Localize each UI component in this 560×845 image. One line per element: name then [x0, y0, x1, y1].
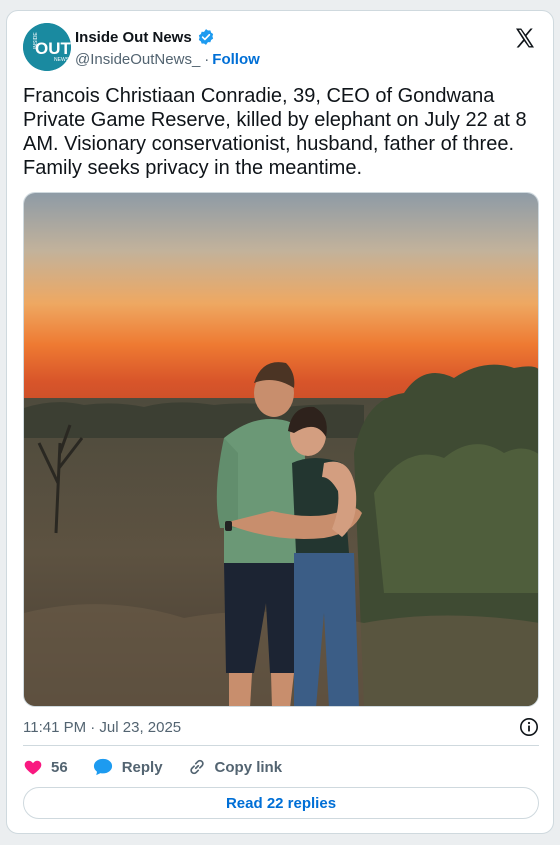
author-display-name[interactable]: Inside Out News	[75, 29, 192, 46]
like-button[interactable]: 56	[23, 757, 68, 777]
action-bar: 56 Reply Copy link	[23, 756, 306, 778]
copy-link-label: Copy link	[214, 758, 283, 776]
verified-badge-icon	[197, 28, 215, 46]
like-count: 56	[51, 758, 68, 776]
author-avatar[interactable]: INSIDE OUT NEWS	[23, 23, 71, 71]
divider	[23, 745, 539, 746]
heart-icon	[24, 760, 42, 775]
info-icon[interactable]	[519, 717, 539, 737]
x-logo-icon[interactable]	[513, 26, 537, 50]
reply-label: Reply	[121, 758, 163, 776]
avatar-logo-text: OUT	[35, 39, 71, 58]
tweet-card: INSIDE OUT NEWS Inside Out News @InsideO…	[6, 10, 554, 834]
follow-button[interactable]: Follow	[212, 51, 260, 68]
handle-separator: ·	[204, 51, 210, 68]
tweet-photo[interactable]	[23, 192, 539, 707]
reply-button[interactable]: Reply	[92, 757, 163, 777]
tweet-meta-row: 11:41 PM · Jul 23, 2025	[23, 717, 539, 737]
read-replies-button[interactable]: Read 22 replies	[23, 787, 539, 819]
avatar-sub-text: NEWS	[54, 57, 70, 63]
tweet-text: Francois Christiaan Conradie, 39, CEO of…	[23, 85, 527, 179]
author-name-row: Inside Out News	[75, 28, 215, 46]
copy-link-button[interactable]: Copy link	[187, 757, 283, 777]
tweet-timestamp[interactable]: 11:41 PM · Jul 23, 2025	[23, 719, 181, 736]
author-handle[interactable]: @InsideOutNews_	[75, 51, 200, 68]
link-icon	[189, 759, 204, 775]
author-handle-row: @InsideOutNews_ · Follow	[75, 51, 260, 68]
speech-bubble-icon	[93, 758, 112, 776]
